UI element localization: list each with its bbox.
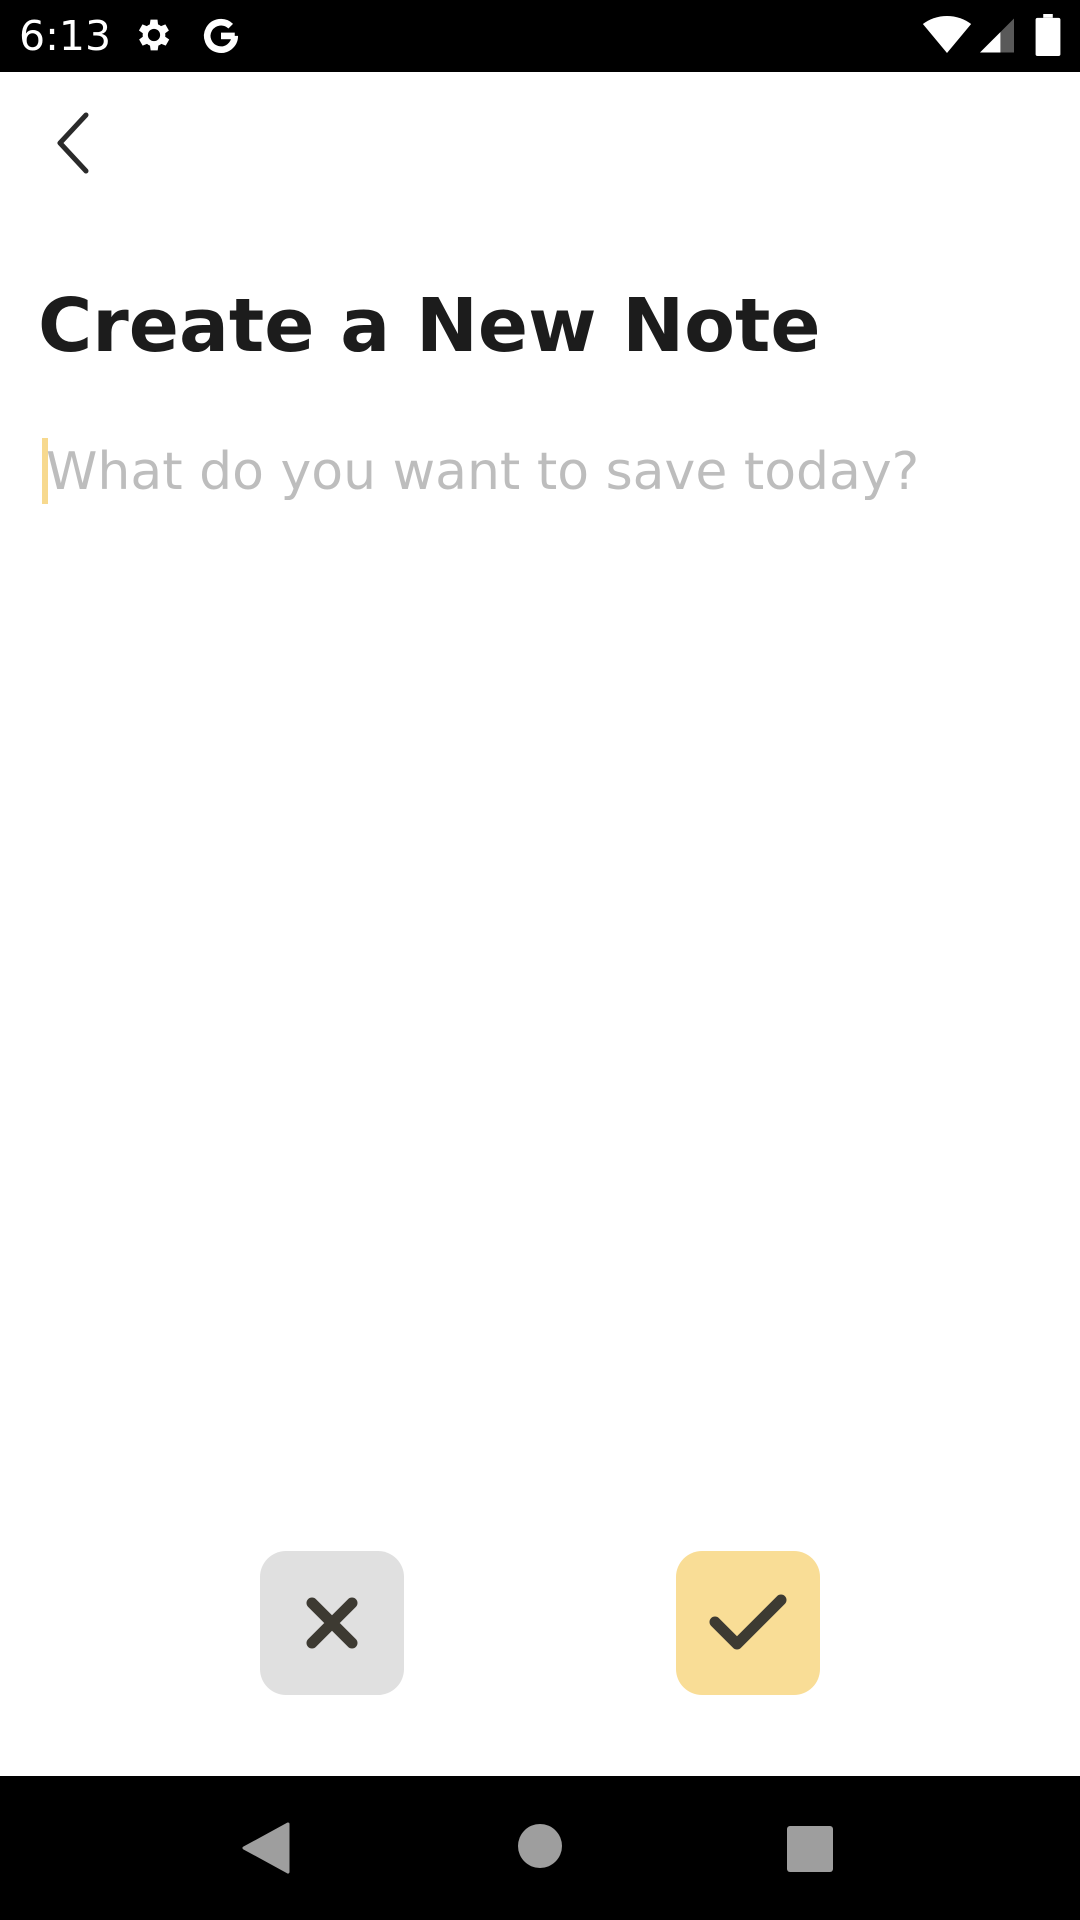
check-icon [709, 1594, 787, 1650]
close-icon [306, 1597, 358, 1649]
gear-icon [138, 19, 170, 51]
battery-icon [1035, 14, 1061, 56]
status-time: 6:13 [19, 12, 112, 60]
system-nav-bar [0, 1776, 1080, 1920]
page-title: Create a New Note [38, 283, 821, 369]
chevron-left-icon [57, 112, 89, 174]
nav-back-icon[interactable] [240, 1822, 292, 1874]
confirm-button[interactable] [676, 1551, 820, 1695]
back-button[interactable] [36, 100, 108, 186]
google-g-icon [203, 18, 239, 53]
status-bar: 6:13 [0, 0, 1080, 72]
create-note-screen: 6:13 Create a New Note [0, 0, 1080, 1920]
note-input[interactable] [40, 430, 1046, 1230]
nav-home-icon[interactable] [518, 1824, 562, 1868]
cancel-button[interactable] [260, 1551, 404, 1695]
nav-recents-icon[interactable] [787, 1826, 833, 1872]
wifi-icon [922, 16, 972, 54]
cell-signal-icon [980, 18, 1014, 53]
